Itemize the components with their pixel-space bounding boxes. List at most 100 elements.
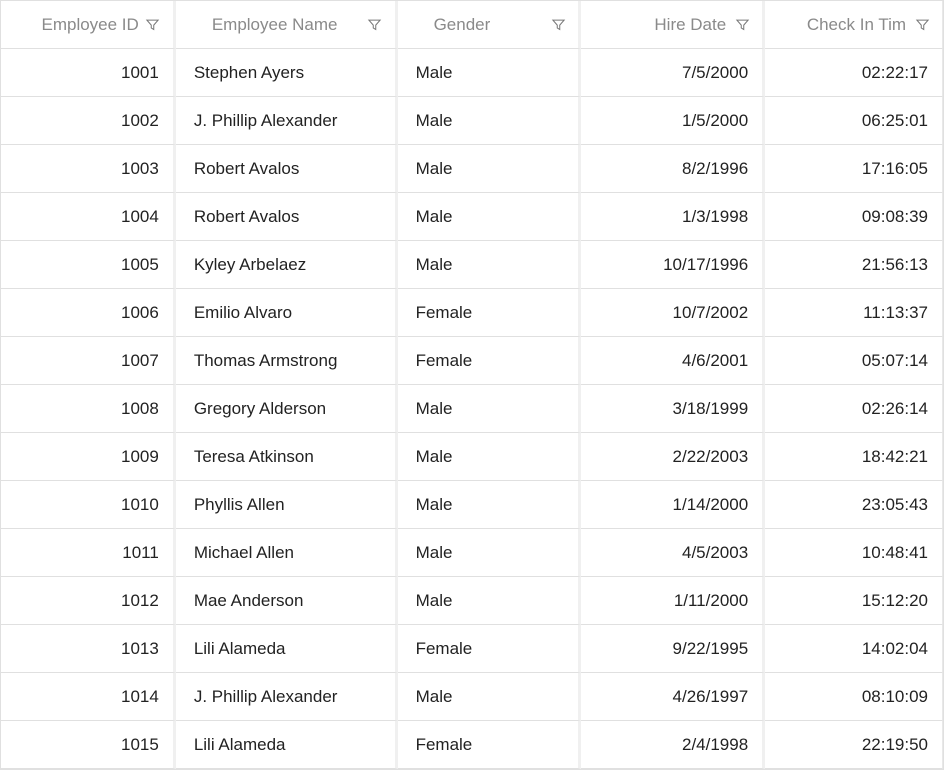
cell-name: Lili Alameda — [176, 721, 398, 769]
cell-name: Teresa Atkinson — [176, 433, 398, 481]
cell-gender: Male — [398, 49, 582, 97]
cell-id: 1005 — [1, 241, 176, 289]
cell-checkin: 18:42:21 — [765, 433, 943, 481]
table-row[interactable]: 1015Lili AlamedaFemale2/4/199822:19:50 — [1, 721, 943, 769]
table-row[interactable]: 1012Mae AndersonMale1/11/200015:12:20 — [1, 577, 943, 625]
data-grid: Employee ID Employee Name Gender Hire Da… — [0, 0, 944, 770]
cell-hire: 9/22/1995 — [581, 625, 765, 673]
cell-hire: 1/3/1998 — [581, 193, 765, 241]
column-header-employee-name[interactable]: Employee Name — [176, 1, 398, 49]
cell-name: Phyllis Allen — [176, 481, 398, 529]
cell-gender: Female — [398, 625, 582, 673]
cell-gender: Male — [398, 241, 582, 289]
table-row[interactable]: 1011Michael AllenMale4/5/200310:48:41 — [1, 529, 943, 577]
cell-hire: 4/6/2001 — [581, 337, 765, 385]
cell-checkin: 21:56:13 — [765, 241, 943, 289]
cell-checkin: 09:08:39 — [765, 193, 943, 241]
cell-hire: 10/17/1996 — [581, 241, 765, 289]
cell-gender: Male — [398, 433, 582, 481]
table-row[interactable]: 1006Emilio AlvaroFemale10/7/200211:13:37 — [1, 289, 943, 337]
table-row[interactable]: 1007Thomas ArmstrongFemale4/6/200105:07:… — [1, 337, 943, 385]
cell-name: Stephen Ayers — [176, 49, 398, 97]
cell-name: Gregory Alderson — [176, 385, 398, 433]
cell-id: 1006 — [1, 289, 176, 337]
cell-id: 1002 — [1, 97, 176, 145]
cell-id: 1013 — [1, 625, 176, 673]
table-row[interactable]: 1005Kyley ArbelaezMale10/17/199621:56:13 — [1, 241, 943, 289]
table-row[interactable]: 1010Phyllis AllenMale1/14/200023:05:43 — [1, 481, 943, 529]
filter-icon[interactable] — [365, 15, 385, 35]
cell-checkin: 14:02:04 — [765, 625, 943, 673]
cell-gender: Male — [398, 529, 582, 577]
cell-id: 1003 — [1, 145, 176, 193]
cell-hire: 3/18/1999 — [581, 385, 765, 433]
cell-checkin: 22:19:50 — [765, 721, 943, 769]
cell-checkin: 11:13:37 — [765, 289, 943, 337]
table-row[interactable]: 1013Lili AlamedaFemale9/22/199514:02:04 — [1, 625, 943, 673]
cell-gender: Male — [398, 385, 582, 433]
column-label: Gender — [434, 15, 491, 35]
table-row[interactable]: 1003Robert AvalosMale8/2/199617:16:05 — [1, 145, 943, 193]
cell-checkin: 08:10:09 — [765, 673, 943, 721]
cell-id: 1012 — [1, 577, 176, 625]
cell-gender: Male — [398, 97, 582, 145]
cell-id: 1004 — [1, 193, 176, 241]
cell-gender: Male — [398, 193, 582, 241]
cell-name: Mae Anderson — [176, 577, 398, 625]
column-header-employee-id[interactable]: Employee ID — [1, 1, 176, 49]
table-row[interactable]: 1002J. Phillip AlexanderMale1/5/200006:2… — [1, 97, 943, 145]
cell-hire: 1/14/2000 — [581, 481, 765, 529]
cell-id: 1014 — [1, 673, 176, 721]
filter-icon[interactable] — [912, 15, 932, 35]
table-row[interactable]: 1004Robert AvalosMale1/3/199809:08:39 — [1, 193, 943, 241]
cell-gender: Female — [398, 721, 582, 769]
table-row[interactable]: 1001Stephen AyersMale7/5/200002:22:17 — [1, 49, 943, 97]
cell-hire: 1/11/2000 — [581, 577, 765, 625]
header-row: Employee ID Employee Name Gender Hire Da… — [1, 1, 943, 49]
cell-checkin: 17:16:05 — [765, 145, 943, 193]
cell-id: 1011 — [1, 529, 176, 577]
cell-hire: 1/5/2000 — [581, 97, 765, 145]
cell-name: Thomas Armstrong — [176, 337, 398, 385]
cell-gender: Female — [398, 289, 582, 337]
cell-gender: Male — [398, 673, 582, 721]
cell-id: 1008 — [1, 385, 176, 433]
cell-id: 1001 — [1, 49, 176, 97]
cell-name: Robert Avalos — [176, 193, 398, 241]
cell-gender: Female — [398, 337, 582, 385]
cell-name: Michael Allen — [176, 529, 398, 577]
cell-hire: 2/22/2003 — [581, 433, 765, 481]
column-header-hire-date[interactable]: Hire Date — [581, 1, 765, 49]
cell-hire: 8/2/1996 — [581, 145, 765, 193]
cell-checkin: 10:48:41 — [765, 529, 943, 577]
cell-checkin: 15:12:20 — [765, 577, 943, 625]
cell-name: Lili Alameda — [176, 625, 398, 673]
cell-gender: Male — [398, 145, 582, 193]
cell-checkin: 23:05:43 — [765, 481, 943, 529]
table-row[interactable]: 1008Gregory AldersonMale3/18/199902:26:1… — [1, 385, 943, 433]
cell-id: 1009 — [1, 433, 176, 481]
cell-hire: 4/5/2003 — [581, 529, 765, 577]
column-header-check-in-time[interactable]: Check In Tim — [765, 1, 943, 49]
cell-name: Kyley Arbelaez — [176, 241, 398, 289]
cell-id: 1007 — [1, 337, 176, 385]
cell-name: Emilio Alvaro — [176, 289, 398, 337]
cell-hire: 7/5/2000 — [581, 49, 765, 97]
filter-icon[interactable] — [732, 15, 752, 35]
cell-name: J. Phillip Alexander — [176, 673, 398, 721]
cell-gender: Male — [398, 577, 582, 625]
cell-hire: 10/7/2002 — [581, 289, 765, 337]
cell-name: J. Phillip Alexander — [176, 97, 398, 145]
filter-icon[interactable] — [143, 15, 163, 35]
table-row[interactable]: 1014J. Phillip AlexanderMale4/26/199708:… — [1, 673, 943, 721]
table-row[interactable]: 1009Teresa AtkinsonMale2/22/200318:42:21 — [1, 433, 943, 481]
filter-icon[interactable] — [548, 15, 568, 35]
column-header-gender[interactable]: Gender — [398, 1, 582, 49]
column-label: Hire Date — [654, 15, 726, 35]
cell-id: 1015 — [1, 721, 176, 769]
cell-checkin: 05:07:14 — [765, 337, 943, 385]
cell-checkin: 02:22:17 — [765, 49, 943, 97]
column-label: Check In Tim — [807, 15, 906, 35]
cell-checkin: 02:26:14 — [765, 385, 943, 433]
column-label: Employee Name — [212, 15, 338, 35]
